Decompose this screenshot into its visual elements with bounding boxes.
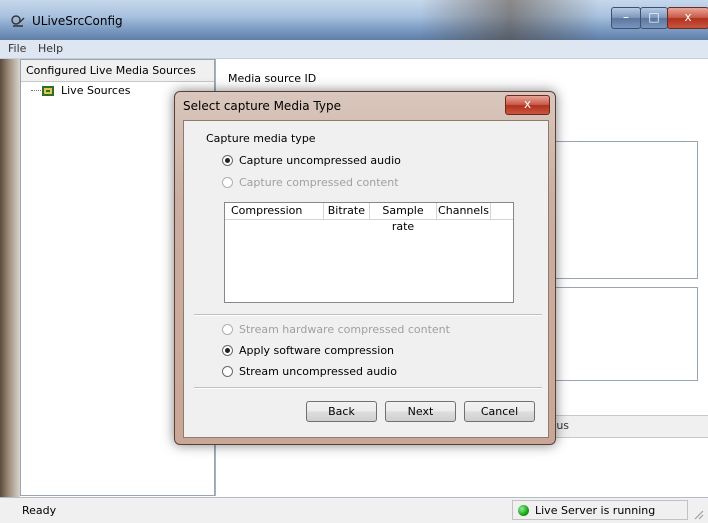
main-window: ULiveSrcConfig – □ x File Help Configure… <box>0 0 708 523</box>
next-button[interactable]: Next <box>385 401 456 422</box>
radio-software-compression[interactable]: Apply software compression <box>222 344 394 357</box>
radio-indicator[interactable] <box>222 366 233 377</box>
dialog-close-button[interactable]: x <box>505 95 550 115</box>
close-icon: x <box>523 97 532 111</box>
capture-type-legend: Capture media type <box>206 132 316 145</box>
details-group-box <box>541 141 698 279</box>
tree-item-live-sources[interactable]: Live Sources <box>61 84 130 97</box>
col-channels[interactable]: Channels <box>437 203 491 219</box>
radio-indicator[interactable] <box>222 155 233 166</box>
tree-header: Configured Live Media Sources <box>21 60 214 82</box>
col-sample-rate[interactable]: Sample rate <box>370 203 437 233</box>
separator <box>194 314 542 316</box>
window-title: ULiveSrcConfig <box>32 14 123 28</box>
radio-label: Stream hardware compressed content <box>239 323 450 336</box>
radio-label: Capture compressed content <box>239 176 399 189</box>
menu-bar: File Help <box>0 40 708 59</box>
back-button[interactable]: Back <box>306 401 377 422</box>
radio-label: Stream uncompressed audio <box>239 365 397 378</box>
maximize-icon: □ <box>648 10 660 24</box>
media-source-label: Media source ID <box>228 72 317 85</box>
radio-indicator[interactable] <box>222 345 233 356</box>
radio-stream-uncompressed[interactable]: Stream uncompressed audio <box>222 365 397 378</box>
close-button[interactable]: x <box>667 7 708 29</box>
radio-indicator <box>222 324 233 335</box>
radio-indicator <box>222 177 233 188</box>
menu-file[interactable]: File <box>8 42 26 55</box>
app-icon <box>11 15 25 27</box>
maximize-button[interactable]: □ <box>640 7 668 29</box>
separator <box>194 387 542 389</box>
close-icon: x <box>684 10 692 24</box>
resize-grip-icon[interactable] <box>692 508 704 520</box>
compression-list[interactable]: Compression Bitrate Sample rate Channels <box>224 202 514 303</box>
dialog-body: Capture media type Capture uncompressed … <box>183 120 549 438</box>
status-bar: Ready Live Server is running <box>0 497 708 523</box>
radio-label: Capture uncompressed audio <box>239 154 401 167</box>
menu-help[interactable]: Help <box>38 42 63 55</box>
status-ok-icon <box>518 505 529 516</box>
capture-type-dialog: Select capture Media Type x Capture medi… <box>174 91 556 445</box>
dialog-title: Select capture Media Type <box>183 99 341 113</box>
col-bitrate[interactable]: Bitrate <box>324 203 370 219</box>
server-status-panel: Live Server is running <box>512 500 688 520</box>
desktop-background <box>0 59 20 497</box>
details-group-box-2 <box>541 287 698 381</box>
radio-compressed-content: Capture compressed content <box>222 176 399 189</box>
cancel-button[interactable]: Cancel <box>464 401 535 422</box>
radio-label: Apply software compression <box>239 344 395 357</box>
title-bar[interactable]: ULiveSrcConfig – □ x <box>0 0 708 40</box>
minimize-button[interactable]: – <box>611 7 641 29</box>
status-text: Ready <box>22 504 57 517</box>
list-header: Compression Bitrate Sample rate Channels <box>225 203 513 233</box>
tree-header-label: Configured Live Media Sources <box>26 64 196 77</box>
live-sources-icon <box>42 86 54 96</box>
minimize-icon: – <box>623 10 629 24</box>
server-status-text: Live Server is running <box>535 504 656 517</box>
radio-hardware-compressed: Stream hardware compressed content <box>222 323 450 336</box>
col-compression[interactable]: Compression <box>225 203 324 219</box>
radio-uncompressed-audio[interactable]: Capture uncompressed audio <box>222 154 401 167</box>
